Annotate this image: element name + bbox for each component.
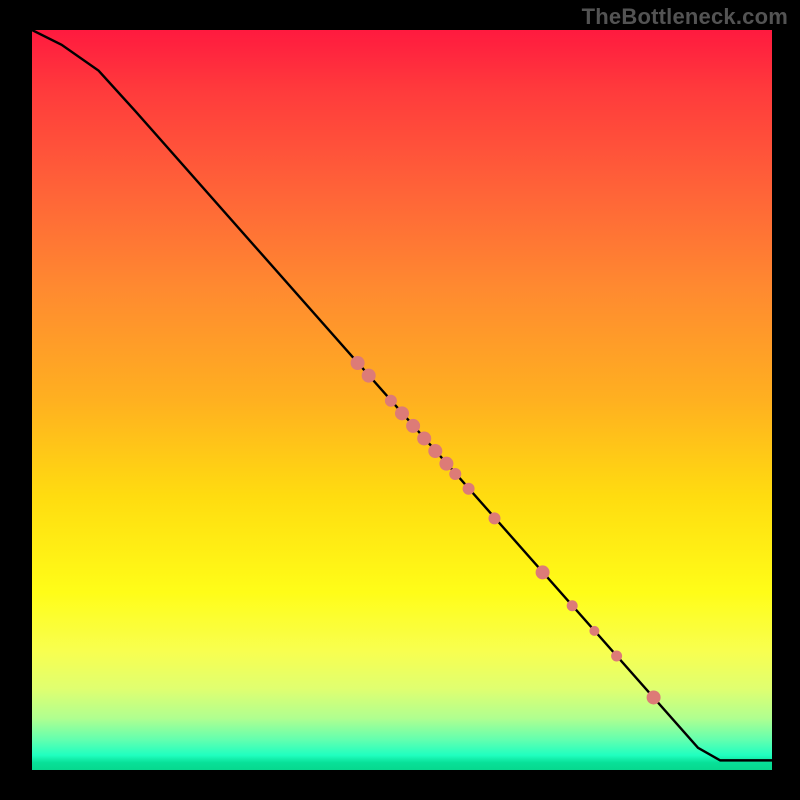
data-point (395, 406, 409, 420)
data-point (439, 457, 453, 471)
data-point (406, 419, 420, 433)
chart-svg (32, 30, 772, 770)
data-point (567, 600, 578, 611)
data-point (351, 356, 365, 370)
data-point (417, 431, 431, 445)
data-point (428, 444, 442, 458)
data-point (385, 395, 397, 407)
watermark-text: TheBottleneck.com (582, 4, 788, 30)
data-point (449, 468, 461, 480)
data-point (489, 512, 501, 524)
curve-line (32, 30, 772, 760)
data-point (589, 626, 599, 636)
data-point (536, 565, 550, 579)
data-point (647, 690, 661, 704)
plot-area (32, 30, 772, 770)
data-point (362, 369, 376, 383)
data-point (463, 483, 475, 495)
data-point (611, 651, 622, 662)
